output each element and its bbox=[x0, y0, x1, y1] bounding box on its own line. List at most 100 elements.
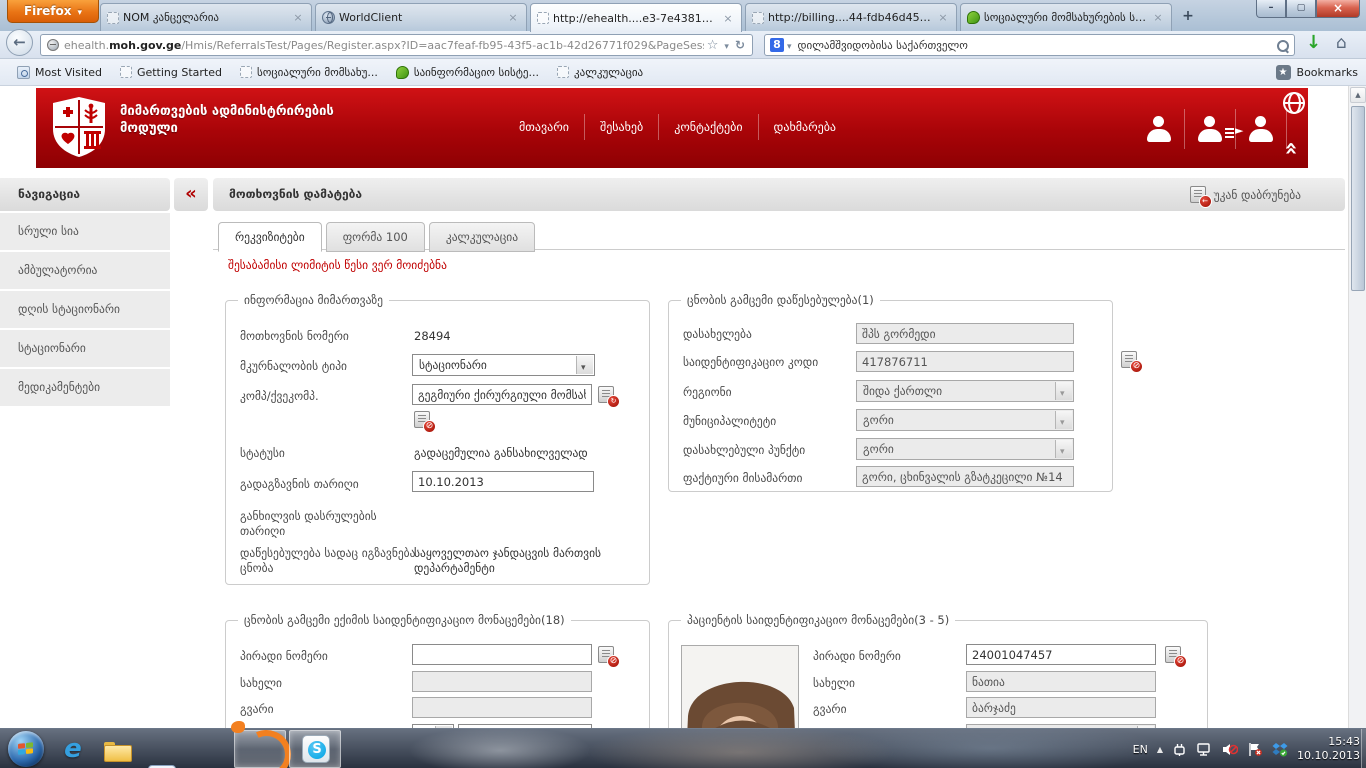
sent-to-institution-label: დაწესებულება სადაც იგზავნებაცნობა bbox=[240, 546, 415, 576]
show-hidden-icons-button[interactable] bbox=[1157, 745, 1163, 754]
placeholder-favicon bbox=[537, 12, 549, 24]
tab-worldclient[interactable]: WorldClient bbox=[315, 3, 527, 31]
clear-badge-icon bbox=[424, 421, 435, 432]
url-dropdown-icon[interactable] bbox=[724, 38, 729, 52]
tab-close-icon[interactable] bbox=[506, 11, 520, 24]
doctor-personal-number-input[interactable] bbox=[412, 644, 592, 665]
sidebar-item-ambulatory[interactable]: ამბულატორია bbox=[0, 252, 170, 289]
tab-strip: NOM კანცელარია WorldClient http://ehealt… bbox=[100, 3, 1201, 31]
patient-lookup-icon[interactable] bbox=[1165, 646, 1181, 663]
bookmark-label: კალკულაცია bbox=[574, 66, 643, 79]
start-button[interactable] bbox=[8, 731, 44, 767]
language-globe-icon[interactable] bbox=[1283, 92, 1305, 114]
sidebar-item-hospital[interactable]: სტაციონარი bbox=[0, 330, 170, 367]
user-icon[interactable] bbox=[1144, 116, 1174, 142]
issuer-code-lookup-icon[interactable] bbox=[1121, 351, 1137, 368]
user-logout-icon[interactable] bbox=[1246, 116, 1276, 142]
scrollbar-up-arrow[interactable] bbox=[1350, 87, 1366, 103]
lookup-badge-icon bbox=[608, 656, 619, 667]
doctor-fieldset: ცნობის გამცემი ექიმის საიდენტიფიკაციო მო… bbox=[225, 620, 650, 728]
language-indicator[interactable]: EN bbox=[1133, 743, 1148, 756]
sidebar-item-medications[interactable]: მედიკამენტები bbox=[0, 369, 170, 406]
windows-flag-icon bbox=[18, 742, 34, 757]
tab-close-icon[interactable] bbox=[721, 12, 735, 25]
tab-ehealth-active[interactable]: http://ehealth....e3-7e43813eb2e6 bbox=[530, 3, 742, 32]
site-header: მიმართვების ადმინისტრირების მოდული მთავა… bbox=[36, 88, 1308, 168]
firefox-taskbar-button[interactable] bbox=[234, 730, 286, 768]
send-date-input[interactable] bbox=[412, 471, 594, 492]
header-user-icons bbox=[1144, 108, 1297, 150]
new-tab-button[interactable] bbox=[1175, 7, 1201, 27]
select-arrow-icon bbox=[1055, 440, 1072, 458]
bookmark-getting-started[interactable]: Getting Started bbox=[111, 62, 231, 82]
skype-taskbar-button[interactable] bbox=[289, 730, 341, 768]
bookmarks-bar: Most Visited Getting Started სოციალური მ… bbox=[0, 59, 1366, 86]
component-input[interactable] bbox=[412, 384, 592, 405]
downloads-icon[interactable] bbox=[1306, 32, 1321, 53]
component-lookup-icon[interactable] bbox=[598, 386, 614, 403]
tab-calculation[interactable]: კალკულაცია bbox=[429, 222, 535, 252]
nav-help[interactable]: დახმარება bbox=[759, 120, 852, 134]
collapse-header-chevron-icon[interactable] bbox=[1279, 141, 1304, 155]
url-bar[interactable]: ehealth.moh.gov.ge/Hmis/ReferralsTest/Pa… bbox=[40, 34, 753, 56]
tab-title: NOM კანცელარია bbox=[119, 11, 291, 24]
power-plug-icon[interactable] bbox=[1172, 742, 1187, 757]
close-button[interactable] bbox=[1316, 0, 1360, 18]
windows-explorer-icon[interactable] bbox=[102, 734, 132, 764]
network-icon[interactable] bbox=[1196, 742, 1212, 757]
icon-separator bbox=[1184, 109, 1185, 149]
settlement-select: გორი bbox=[856, 438, 1074, 460]
home-icon[interactable] bbox=[1336, 33, 1347, 53]
site-favicon bbox=[47, 39, 59, 51]
patient-personal-number-input[interactable] bbox=[966, 644, 1156, 665]
doctor-lookup-icon[interactable] bbox=[598, 646, 614, 663]
treatment-type-select[interactable]: სტაციონარი bbox=[412, 354, 595, 376]
component-clear-icon[interactable] bbox=[414, 411, 430, 428]
back-badge-icon bbox=[1200, 196, 1211, 207]
nav-contacts[interactable]: კონტაქტები bbox=[659, 120, 757, 134]
tab-nom[interactable]: NOM კანცელარია bbox=[100, 3, 312, 31]
internet-explorer-icon[interactable] bbox=[58, 734, 88, 764]
show-desktop-button[interactable] bbox=[1361, 729, 1366, 768]
reload-icon[interactable] bbox=[735, 38, 745, 52]
search-icon[interactable] bbox=[1276, 39, 1289, 52]
bookmark-star-icon[interactable] bbox=[707, 38, 719, 53]
bookmark-label: სოციალური მომსახუ... bbox=[257, 66, 378, 79]
bookmark-calculation[interactable]: კალკულაცია bbox=[548, 62, 652, 82]
scrollbar-thumb[interactable] bbox=[1351, 106, 1365, 291]
bookmarks-panel-button[interactable]: Bookmarks bbox=[1276, 65, 1358, 80]
sidebar-item-day-hospital[interactable]: დღის სტაციონარი bbox=[0, 291, 170, 328]
sidebar-collapse-button[interactable] bbox=[174, 178, 208, 211]
clock-date: 10.10.2013 bbox=[1297, 749, 1360, 763]
maximize-button[interactable] bbox=[1286, 0, 1316, 18]
firefox-menu-button[interactable]: Firefox bbox=[7, 0, 99, 23]
user-list-icon[interactable] bbox=[1195, 116, 1225, 142]
doctor-first-name-label: სახელი bbox=[240, 676, 282, 691]
tab-billing[interactable]: http://billing....44-fdb46d45c493 bbox=[745, 3, 957, 31]
tab-close-icon[interactable] bbox=[291, 11, 305, 24]
action-center-flag-icon[interactable] bbox=[1247, 742, 1263, 757]
tab-social-service[interactable]: სოციალური მომსახურების საა... bbox=[960, 3, 1172, 31]
return-back-button[interactable]: უკან დაბრუნება bbox=[1178, 180, 1313, 209]
search-box[interactable]: დილამშვიდობისა საქართველო bbox=[764, 34, 1295, 56]
system-tray: EN 15:43 10.10.2013 bbox=[1133, 729, 1360, 768]
minimize-button[interactable] bbox=[1256, 0, 1286, 18]
nav-home[interactable]: მთავარი bbox=[504, 120, 584, 134]
bookmark-info-system[interactable]: საინფორმაციო სისტე... bbox=[387, 62, 548, 82]
bookmark-most-visited[interactable]: Most Visited bbox=[8, 62, 111, 82]
review-end-date-label: განხილვის დასრულებისთარიღი bbox=[240, 509, 377, 539]
volume-muted-icon[interactable] bbox=[1221, 742, 1238, 757]
search-engine-dropdown-icon[interactable] bbox=[787, 38, 792, 52]
tab-close-icon[interactable] bbox=[936, 11, 950, 24]
search-input[interactable]: დილამშვიდობისა საქართველო bbox=[798, 39, 1276, 52]
dropbox-icon[interactable] bbox=[1272, 742, 1288, 757]
tab-close-icon[interactable] bbox=[1151, 11, 1165, 24]
bookmark-social-service[interactable]: სოციალური მომსახუ... bbox=[231, 62, 387, 82]
sidebar-item-full-list[interactable]: სრული სია bbox=[0, 213, 170, 250]
tab-requisites[interactable]: რეკვიზიტები bbox=[218, 222, 322, 252]
back-button[interactable] bbox=[6, 29, 33, 56]
nav-about[interactable]: შესახებ bbox=[585, 120, 658, 134]
tab-form-100[interactable]: ფორმა 100 bbox=[326, 222, 425, 252]
page-scrollbar[interactable] bbox=[1348, 86, 1366, 728]
taskbar-clock[interactable]: 15:43 10.10.2013 bbox=[1297, 735, 1360, 763]
